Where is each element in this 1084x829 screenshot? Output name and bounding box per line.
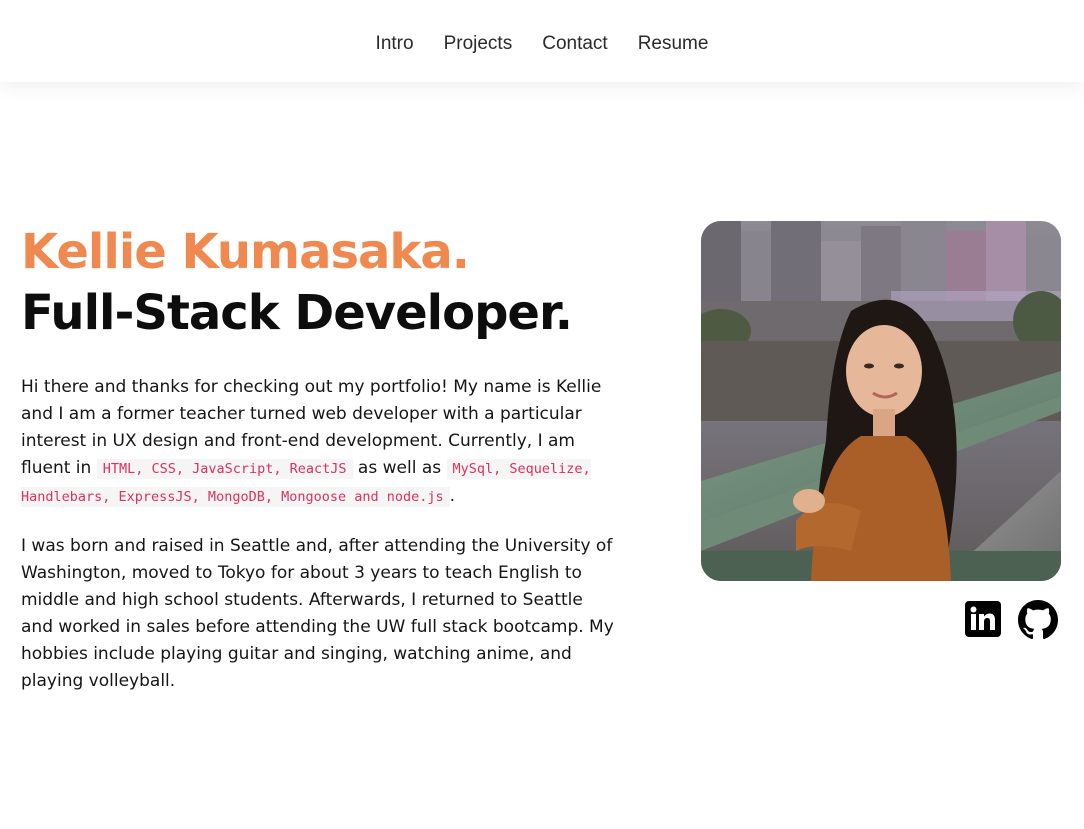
developer-name: Kellie Kumasaka. (21, 224, 470, 280)
social-links (964, 600, 1058, 640)
profile-photo (701, 221, 1061, 581)
nav-intro-link[interactable]: Intro (376, 30, 414, 53)
frontend-skills-code: HTML, CSS, JavaScript, ReactJS (96, 459, 353, 479)
bio-end-text: . (449, 486, 456, 506)
bio-paragraph-1: Hi there and thanks for checking out my … (21, 374, 617, 511)
nav-resume-link[interactable]: Resume (638, 30, 709, 53)
top-navigation: Intro Projects Contact Resume (0, 0, 1084, 82)
linkedin-icon[interactable] (964, 600, 1002, 638)
intro-section: Kellie Kumasaka. Full-Stack Developer. H… (21, 222, 621, 695)
nav-contact-link[interactable]: Contact (542, 30, 607, 53)
github-icon[interactable] (1018, 600, 1058, 640)
nav-projects-link[interactable]: Projects (444, 30, 513, 53)
developer-role: Full-Stack Developer. (21, 285, 573, 341)
bio-paragraph-2: I was born and raised in Seattle and, af… (21, 536, 614, 691)
bio-connector-text: as well as (352, 458, 447, 478)
